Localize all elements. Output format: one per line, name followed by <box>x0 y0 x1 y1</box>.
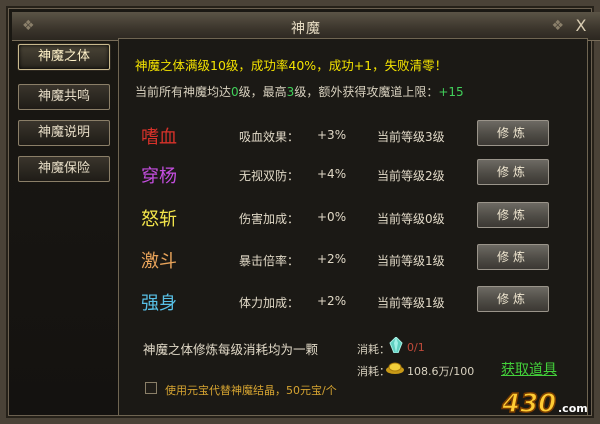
cost-description: 神魔之体修炼每级消耗均为一颗 <box>143 342 319 357</box>
tab-shenmo-body[interactable]: 神魔之体 <box>18 44 110 70</box>
ability-level: 当前等级3级 <box>377 130 445 144</box>
ability-row: 强身 体力加成： +2% 当前等级1级 修炼 <box>119 285 589 317</box>
ability-name: 嗜血 <box>141 127 177 148</box>
ability-name: 激斗 <box>141 251 177 272</box>
tab-shenmo-resonance[interactable]: 神魔共鸣 <box>18 84 110 110</box>
tab-shenmo-insurance[interactable]: 神魔保险 <box>18 156 110 182</box>
cultivate-button[interactable]: 修炼 <box>477 159 549 185</box>
ability-name: 怒斩 <box>141 209 177 230</box>
effect-value: +2% <box>317 294 347 308</box>
effect-value: +4% <box>317 167 347 181</box>
site-logo: 430 .com <box>500 388 588 418</box>
effect-label: 体力加成： <box>239 296 300 310</box>
effect-value: +0% <box>317 210 347 224</box>
effect-label: 吸血效果： <box>239 130 300 144</box>
svg-text:430: 430 <box>501 389 556 418</box>
summary-prefix: 当前所有神魔均达 <box>135 85 232 99</box>
ability-row: 穿杨 无视双防： +4% 当前等级2级 修炼 <box>119 158 589 190</box>
substitute-checkbox[interactable] <box>145 382 157 394</box>
cultivate-button[interactable]: 修炼 <box>477 202 549 228</box>
svg-text:.com: .com <box>558 402 588 415</box>
close-button[interactable]: X <box>570 16 592 36</box>
substitute-option-label: 使用元宝代替神魔结晶，50元宝/个 <box>165 384 337 397</box>
effect-label: 无视双防： <box>239 169 300 183</box>
sidebar: 神魔之体 神魔共鸣 神魔说明 神魔保险 <box>12 36 112 416</box>
summary-suffix: 级，额外获得攻魔道上限： <box>294 85 439 99</box>
level-summary: 当前所有神魔均达0级，最高3级，额外获得攻魔道上限：+15 <box>135 83 464 100</box>
summary-bonus: +15 <box>438 85 464 99</box>
gold-icon <box>386 362 404 374</box>
effect-label: 暴击倍率： <box>239 254 300 268</box>
tab-shenmo-guide[interactable]: 神魔说明 <box>18 120 110 146</box>
summary-middle: 级，最高 <box>238 85 287 99</box>
ability-level: 当前等级2级 <box>377 169 445 183</box>
gold-amount: 108.6万/100 <box>407 365 475 378</box>
effect-value: +2% <box>317 252 347 266</box>
ability-level: 当前等级0级 <box>377 212 445 226</box>
ability-row: 怒斩 伤害加成： +0% 当前等级0级 修炼 <box>119 201 589 233</box>
rule-hint: 神魔之体满级10级，成功率40%，成功+1，失败清零！ <box>135 58 448 73</box>
ability-row: 激斗 暴击倍率： +2% 当前等级1级 修炼 <box>119 243 589 275</box>
crystal-count: 0/1 <box>407 341 425 354</box>
ability-level: 当前等级1级 <box>377 296 445 310</box>
effect-value: +3% <box>317 128 347 142</box>
crystal-icon <box>389 337 403 353</box>
get-item-link[interactable]: 获取道具 <box>501 359 557 379</box>
cost-label: 消耗： <box>357 343 390 356</box>
cultivate-button[interactable]: 修炼 <box>477 244 549 270</box>
title-ornament-right: ❖ <box>551 18 564 34</box>
ability-name: 强身 <box>141 293 177 314</box>
effect-label: 伤害加成： <box>239 212 300 226</box>
ability-row: 嗜血 吸血效果： +3% 当前等级3级 修炼 <box>119 119 589 151</box>
ability-name: 穿杨 <box>141 166 177 187</box>
cultivate-button[interactable]: 修炼 <box>477 120 549 146</box>
main-panel: 神魔之体满级10级，成功率40%，成功+1，失败清零！ 当前所有神魔均达0级，最… <box>118 38 588 416</box>
summary-min-level: 0 <box>231 85 239 99</box>
ability-level: 当前等级1级 <box>377 254 445 268</box>
cultivate-button[interactable]: 修炼 <box>477 286 549 312</box>
